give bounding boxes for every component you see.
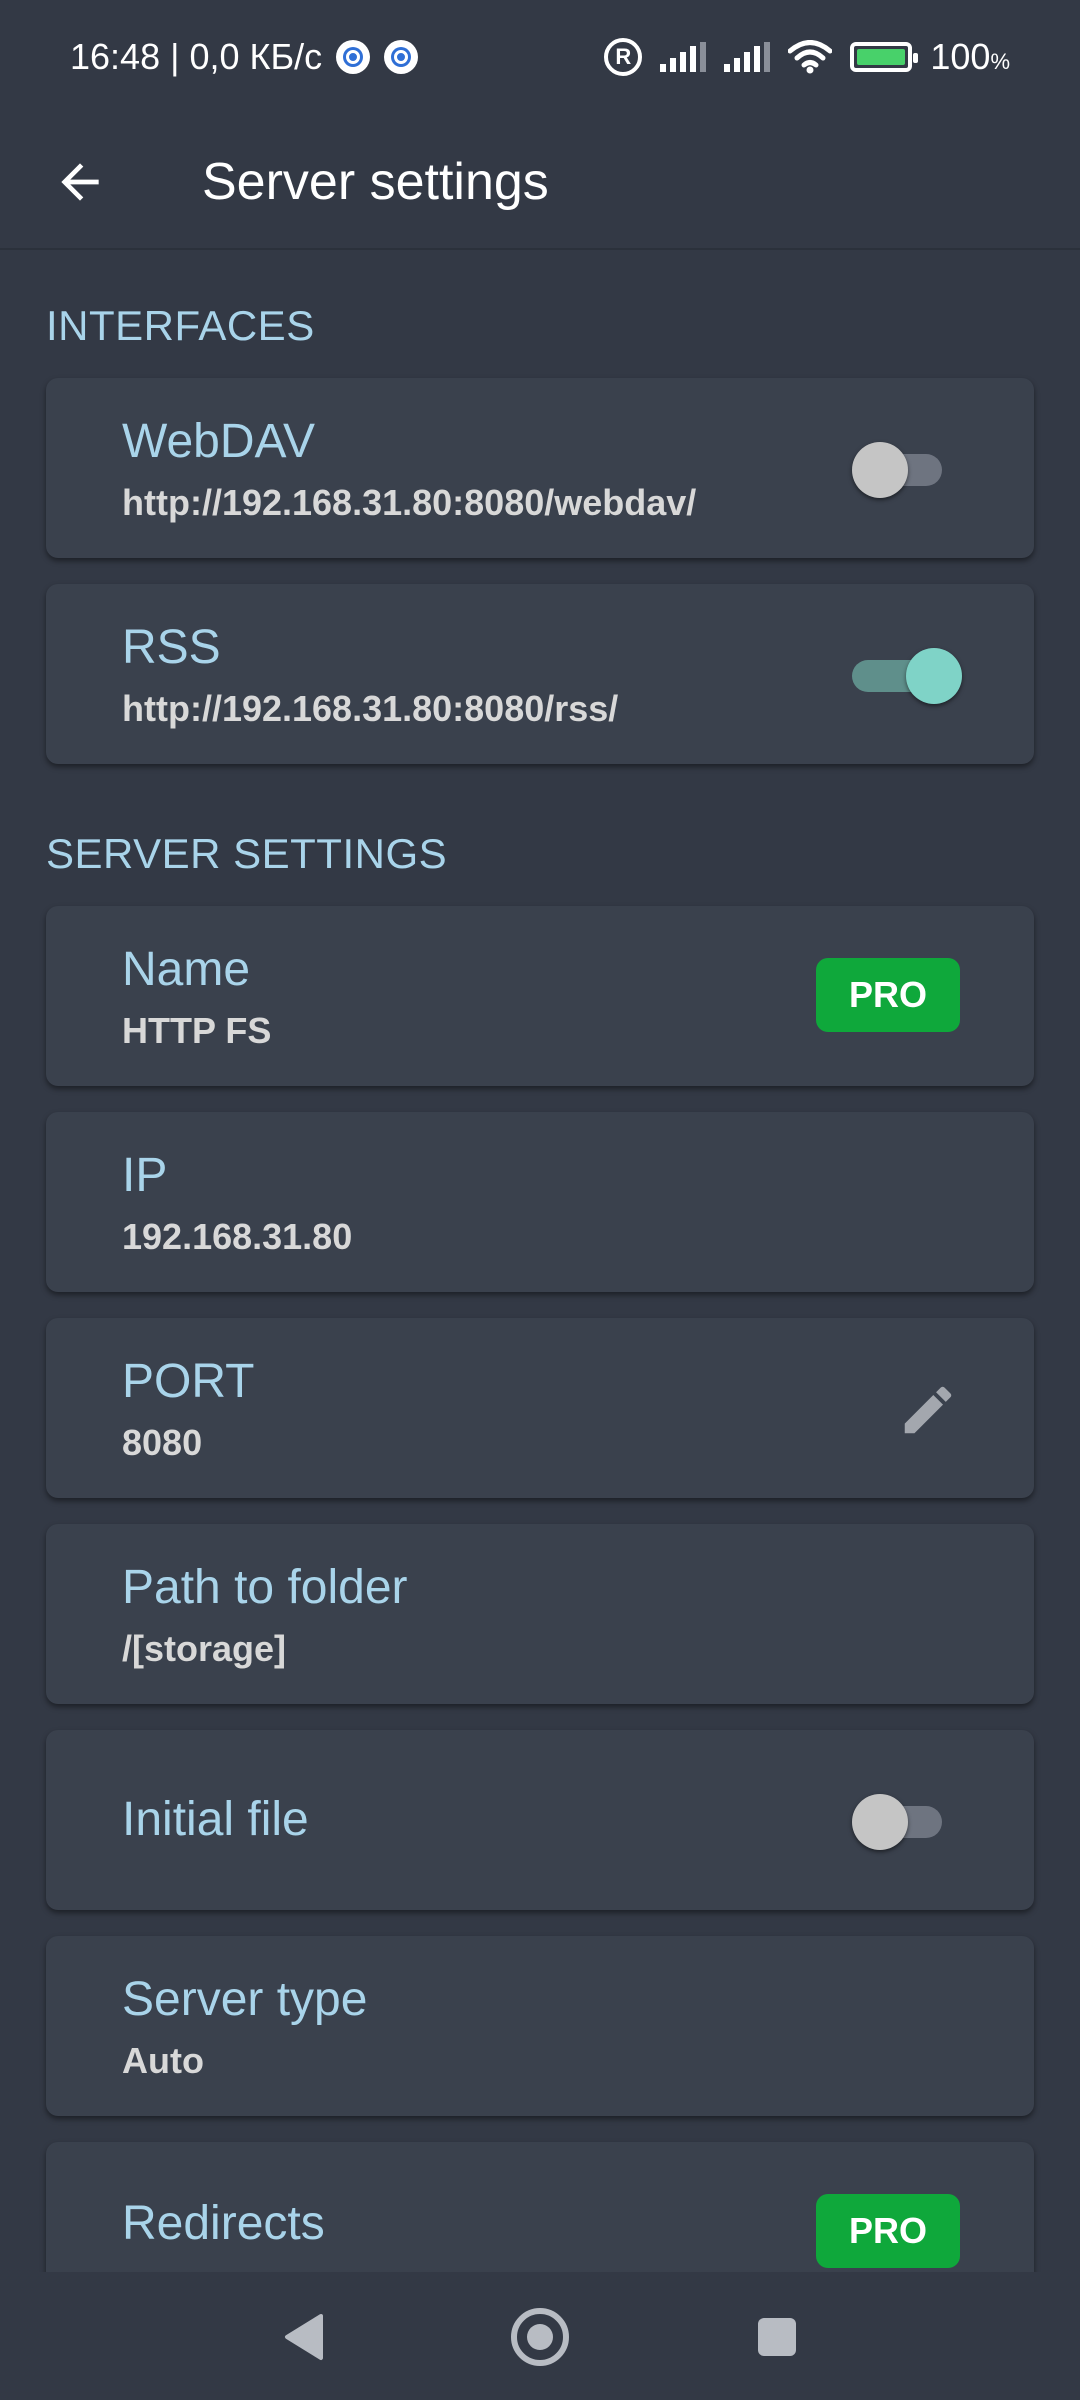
ip-value: 192.168.31.80 [122,1216,353,1257]
initial-file-title: Initial file [122,1793,309,1846]
nav-recents-button[interactable] [742,2302,812,2372]
back-button[interactable] [40,142,120,222]
path-title: Path to folder [122,1561,408,1614]
redirects-row[interactable]: Redirects PRO [46,2142,1034,2272]
back-triangle-icon [285,2314,323,2360]
initial-file-row[interactable]: Initial file [46,1730,1034,1910]
battery-percent: 100% [930,36,1010,77]
server-type-value: Auto [122,2040,204,2081]
arrow-left-icon [61,163,99,201]
status-bar: 16:48 | 0,0 КБ/с R 100% [0,0,1080,120]
name-value: HTTP FS [122,1010,272,1051]
signal-icon [724,42,771,72]
webdav-row[interactable]: WebDAV http://192.168.31.80:8080/webdav/ [46,378,1034,558]
settings-list[interactable]: INTERFACES WebDAV http://192.168.31.80:8… [0,252,1080,2272]
rss-url: http://192.168.31.80:8080/rss/ [122,688,619,729]
signal-icon [660,42,707,72]
ip-title: IP [122,1149,168,1202]
registered-icon: R [604,38,643,76]
ip-row[interactable]: IP 192.168.31.80 [46,1112,1034,1292]
section-header-interfaces: INTERFACES [46,302,315,349]
server-type-title: Server type [122,1973,368,2026]
app-bar: Server settings [0,120,1080,250]
pencil-icon [904,1386,952,1434]
port-row[interactable]: PORT 8080 [46,1318,1034,1498]
webdav-url: http://192.168.31.80:8080/webdav/ [122,482,697,523]
home-circle-icon [511,2308,569,2366]
webdav-toggle[interactable] [852,442,944,498]
navigation-bar [0,2272,1080,2400]
initial-file-toggle[interactable] [852,1794,944,1850]
edit-port-button[interactable] [896,1378,960,1442]
name-row[interactable]: Name HTTP FS PRO [46,906,1034,1086]
recents-square-icon [758,2318,796,2356]
clock-and-speed: 16:48 | 0,0 КБ/с [70,36,323,77]
webdav-title: WebDAV [122,415,315,468]
section-header-server-settings: SERVER SETTINGS [46,830,448,877]
rss-toggle[interactable] [852,648,962,704]
status-right: R 100% [604,36,1010,78]
gear-dot-icon [384,40,419,74]
rss-title: RSS [122,621,221,674]
pro-badge: PRO [816,958,960,1032]
nav-back-button[interactable] [268,2302,338,2372]
name-title: Name [122,943,251,996]
path-row[interactable]: Path to folder /[storage] [46,1524,1034,1704]
pro-badge: PRO [816,2194,960,2268]
gear-dot-icon [336,40,371,74]
path-value: /[storage] [122,1628,287,1669]
page-title: Server settings [202,153,549,211]
nav-home-button[interactable] [505,2302,575,2372]
port-title: PORT [122,1355,255,1408]
battery-charging-icon [850,42,919,72]
server-type-row[interactable]: Server type Auto [46,1936,1034,2116]
redirects-title: Redirects [122,2197,325,2250]
status-left: 16:48 | 0,0 КБ/с [70,36,419,78]
rss-row[interactable]: RSS http://192.168.31.80:8080/rss/ [46,584,1034,764]
port-value: 8080 [122,1422,203,1463]
wifi-icon [788,40,833,74]
